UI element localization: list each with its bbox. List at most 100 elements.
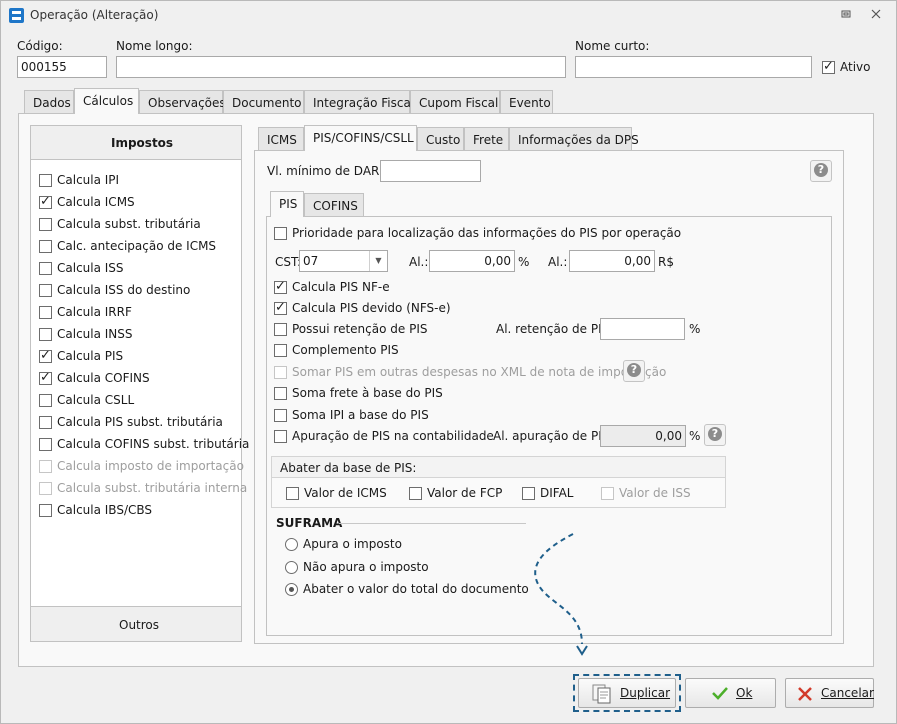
imposto-item[interactable]: Calcula subst. tributária: [31, 216, 241, 236]
cancelar-button[interactable]: Cancelar: [785, 678, 874, 708]
imposto-item[interactable]: Calcula PIS subst. tributária: [31, 414, 241, 434]
tab-documento[interactable]: Documento: [223, 90, 304, 114]
complemento-checkbox[interactable]: [274, 344, 287, 357]
suframa-radio[interactable]: [285, 538, 298, 551]
codigo-label: Código:: [17, 39, 63, 53]
complemento-label: Complemento PIS: [292, 343, 399, 357]
restore-icon[interactable]: [837, 7, 855, 25]
duplicar-button[interactable]: Duplicar: [578, 678, 676, 708]
somar-checkbox[interactable]: [274, 366, 287, 379]
imposto-item[interactable]: Calcula COFINS: [31, 370, 241, 390]
imposto-checkbox[interactable]: [39, 328, 52, 341]
al2-input[interactable]: 0,00: [569, 250, 655, 272]
tab-integra-o-fiscal[interactable]: Integração Fiscal: [304, 90, 414, 114]
suframa-option-label: Abater o valor do total do documento: [303, 582, 529, 596]
ok-button[interactable]: Ok: [685, 678, 776, 708]
imposto-checkbox[interactable]: [39, 370, 52, 385]
al-retencao-input[interactable]: [600, 318, 685, 340]
imposto-item[interactable]: Calcula IRRF: [31, 304, 241, 324]
imposto-label: Calcula imposto de importação: [57, 459, 244, 473]
close-icon[interactable]: [867, 7, 885, 25]
chevron-down-icon[interactable]: ▼: [369, 251, 387, 271]
suframa-radio[interactable]: [285, 583, 298, 596]
nome-curto-input[interactable]: [575, 56, 812, 78]
pistab-cofins[interactable]: COFINS: [304, 193, 364, 217]
nome-longo-input[interactable]: [116, 56, 566, 78]
dashed-arrow-annotation: [534, 533, 588, 656]
suframa-radio[interactable]: [285, 561, 298, 574]
tab-evento[interactable]: Evento: [500, 90, 553, 114]
soma-frete-checkbox[interactable]: [274, 387, 287, 400]
imposto-checkbox[interactable]: [39, 174, 52, 187]
help-icon[interactable]: [810, 160, 832, 182]
imposto-item[interactable]: Calcula PIS: [31, 348, 241, 368]
duplicar-label: Duplicar: [620, 686, 671, 700]
imposto-checkbox[interactable]: [39, 460, 52, 473]
calcula-devido-checkbox[interactable]: [274, 300, 287, 315]
imposto-checkbox[interactable]: [39, 194, 52, 209]
subtab-custo[interactable]: Custo: [417, 127, 464, 151]
soma-ipi-checkbox[interactable]: [274, 409, 287, 422]
ativo-checkbox[interactable]: [822, 59, 835, 74]
imposto-checkbox[interactable]: [39, 416, 52, 429]
al-apuracao-input[interactable]: 0,00: [600, 425, 686, 447]
cst-value: 07: [303, 254, 319, 268]
abater-title: Abater da base de PIS:: [280, 461, 417, 475]
imposto-checkbox[interactable]: [39, 218, 52, 231]
subtab-icms[interactable]: ICMS: [258, 127, 304, 151]
subtab-informa-es-da-dps[interactable]: Informações da DPS: [509, 127, 639, 151]
imposto-checkbox[interactable]: [39, 240, 52, 253]
tab-c-lculos[interactable]: Cálculos: [74, 88, 139, 114]
imposto-checkbox[interactable]: [39, 284, 52, 297]
imposto-item[interactable]: Calcula ICMS: [31, 194, 241, 214]
al-retencao-label: Al. retenção de PIS:: [496, 322, 614, 336]
imposto-item[interactable]: Calcula ISS do destino: [31, 282, 241, 302]
tab-cupom-fiscal[interactable]: Cupom Fiscal: [410, 90, 500, 114]
abater-icms-checkbox[interactable]: [286, 487, 299, 500]
retencao-checkbox[interactable]: [274, 323, 287, 336]
abater-difal-checkbox[interactable]: [522, 487, 535, 500]
imposto-item[interactable]: Calcula ISS: [31, 260, 241, 280]
al-apuracao-unit: %: [689, 429, 701, 443]
apuracao-checkbox[interactable]: [274, 430, 287, 443]
imposto-label: Calcula subst. tributária: [57, 217, 201, 231]
imposto-item[interactable]: Calc. antecipação de ICMS: [31, 238, 241, 258]
codigo-input[interactable]: 000155: [17, 56, 107, 78]
al1-input[interactable]: 0,00: [429, 250, 515, 272]
cst-select[interactable]: 07 ▼: [299, 250, 388, 272]
calcula-nfe-label: Calcula PIS NF-e: [292, 280, 390, 294]
imposto-checkbox[interactable]: [39, 504, 52, 517]
imposto-item[interactable]: Calcula CSLL: [31, 392, 241, 412]
subtab-frete[interactable]: Frete: [464, 127, 509, 151]
tab-dados[interactable]: Dados: [24, 90, 74, 114]
calcula-nfe-checkbox[interactable]: [274, 279, 287, 294]
imposto-item[interactable]: Calcula IPI: [31, 172, 241, 192]
help-icon[interactable]: [704, 424, 726, 446]
imposto-checkbox[interactable]: [39, 438, 52, 451]
imposto-checkbox[interactable]: [39, 394, 52, 407]
imposto-item[interactable]: Calcula IBS/CBS: [31, 502, 241, 522]
abater-fcp-checkbox[interactable]: [409, 487, 422, 500]
calcula-devido-label: Calcula PIS devido (NFS-e): [292, 301, 451, 315]
imposto-checkbox[interactable]: [39, 348, 52, 363]
imposto-item[interactable]: Calcula INSS: [31, 326, 241, 346]
imposto-checkbox[interactable]: [39, 306, 52, 319]
darf-input[interactable]: [380, 160, 481, 182]
pistab-pis[interactable]: PIS: [270, 191, 304, 217]
imposto-checkbox[interactable]: [39, 482, 52, 495]
abater-iss-checkbox[interactable]: [601, 487, 614, 500]
outros-button[interactable]: Outros: [30, 606, 242, 642]
imposto-label: Calcula PIS: [57, 349, 124, 363]
imposto-item[interactable]: Calcula imposto de importação: [31, 458, 244, 478]
imposto-checkbox[interactable]: [39, 262, 52, 275]
suframa-option-label: Não apura o imposto: [303, 560, 429, 574]
tab-observa-es[interactable]: Observações: [139, 90, 226, 114]
help-icon[interactable]: [623, 360, 645, 382]
imposto-item[interactable]: Calcula COFINS subst. tributária: [31, 436, 249, 456]
imposto-label: Calcula IPI: [57, 173, 120, 187]
prioridade-checkbox[interactable]: [274, 227, 287, 240]
subtab-pis-cofins-csll[interactable]: PIS/COFINS/CSLL: [304, 125, 417, 151]
al-apuracao-label: Al. apuração de PIS:: [493, 429, 614, 443]
imposto-item[interactable]: Calcula subst. tributária interna: [31, 480, 247, 500]
check-icon: [712, 687, 728, 700]
